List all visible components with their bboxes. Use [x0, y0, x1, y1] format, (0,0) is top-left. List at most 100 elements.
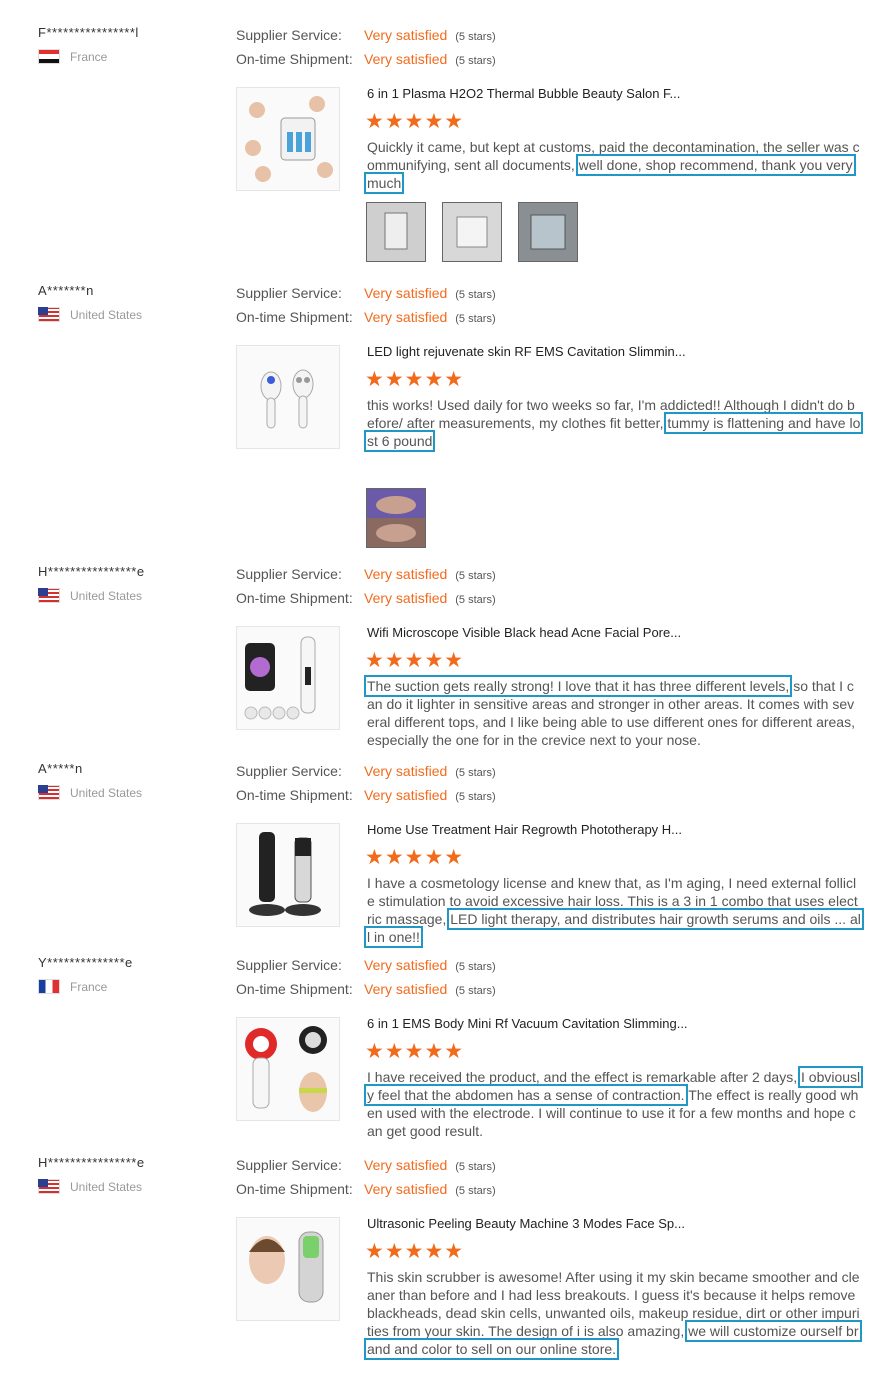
country-label: United States [70, 588, 143, 603]
shipment-stars: (5 stars) [455, 985, 496, 997]
flag-icon [38, 307, 60, 322]
review-text: The suction gets really strong! I love t… [363, 675, 861, 749]
country-label: United States [70, 307, 143, 322]
product-thumbnail[interactable] [236, 1217, 340, 1321]
shipment-rating: On-time Shipment: Very satisfied (5 stars) [236, 1181, 496, 1197]
review-highlight: The suction gets really strong! I love t… [363, 675, 793, 697]
review-text: this works! Used daily for two weeks so … [363, 396, 864, 452]
supplier-value: Very satisfied [364, 763, 448, 779]
star-rating: ★★★★★ [365, 110, 465, 133]
shipment-stars: (5 stars) [455, 55, 496, 67]
supplier-stars: (5 stars) [455, 289, 496, 301]
flag-icon [38, 49, 60, 64]
product-title[interactable]: 6 in 1 Plasma H2O2 Thermal Bubble Beauty… [367, 86, 680, 101]
shipment-rating: On-time Shipment: Very satisfied (5 stars) [236, 309, 496, 325]
supplier-value: Very satisfied [364, 957, 448, 973]
product-title[interactable]: Ultrasonic Peeling Beauty Machine 3 Mode… [367, 1216, 685, 1231]
slimming-device-image [260, 369, 314, 429]
supplier-rating: Supplier Service: Very satisfied (5 stars) [236, 1157, 496, 1173]
supplier-label: Supplier Service: [236, 957, 342, 973]
product-title[interactable]: LED light rejuvenate skin RF EMS Cavitat… [367, 344, 686, 359]
star-rating: ★★★★★ [365, 846, 465, 869]
supplier-stars: (5 stars) [455, 31, 496, 43]
shipment-stars: (5 stars) [455, 313, 496, 325]
review-photo[interactable] [366, 488, 426, 548]
product-thumbnail[interactable] [236, 823, 340, 927]
review-photo[interactable] [518, 202, 578, 262]
review-photo[interactable] [366, 202, 426, 262]
review-text-part: I have received the product, and the eff… [367, 1069, 798, 1085]
microscope-device-image [244, 636, 316, 720]
flag-icon [38, 785, 60, 800]
review-text: This skin scrubber is awesome! After usi… [364, 1268, 862, 1360]
product-title[interactable]: 6 in 1 EMS Body Mini Rf Vacuum Cavitatio… [367, 1016, 688, 1031]
product-thumbnail[interactable] [236, 1017, 340, 1121]
supplier-label: Supplier Service: [236, 763, 342, 779]
beauty-machine-image [245, 96, 333, 182]
reviewer-country: United States [38, 307, 142, 322]
shipment-value: Very satisfied [364, 1181, 448, 1197]
supplier-rating: Supplier Service: Very satisfied (5 stars) [236, 957, 496, 973]
product-title[interactable]: Wifi Microscope Visible Black head Acne … [367, 625, 681, 640]
shipment-value: Very satisfied [364, 51, 448, 67]
shipment-label: On-time Shipment: [236, 590, 353, 606]
flag-icon [38, 588, 60, 603]
supplier-label: Supplier Service: [236, 1157, 342, 1173]
review-photo[interactable] [442, 202, 502, 262]
supplier-stars: (5 stars) [455, 1161, 496, 1173]
supplier-rating: Supplier Service: Very satisfied (5 stars) [236, 763, 496, 779]
flag-icon [38, 979, 60, 994]
star-rating: ★★★★★ [365, 368, 465, 391]
supplier-rating: Supplier Service: Very satisfied (5 stars) [236, 285, 496, 301]
reviewer-country: United States [38, 1179, 142, 1194]
product-thumbnail[interactable] [236, 87, 340, 191]
reviewer-country: United States [38, 785, 142, 800]
shipment-rating: On-time Shipment: Very satisfied (5 stars) [236, 51, 496, 67]
shipment-label: On-time Shipment: [236, 51, 353, 67]
reviewer-country: France [38, 979, 107, 994]
shipment-rating: On-time Shipment: Very satisfied (5 stars) [236, 787, 496, 803]
reviewer-name: A*****n [38, 761, 83, 776]
reviewer-country: United States [38, 588, 142, 603]
skin-scrubber-image [249, 1231, 324, 1303]
review-photos [366, 488, 426, 548]
star-rating: ★★★★★ [365, 1240, 465, 1263]
reviewer-name: Y**************e [38, 955, 133, 970]
shipment-rating: On-time Shipment: Very satisfied (5 stars) [236, 590, 496, 606]
shipment-label: On-time Shipment: [236, 981, 353, 997]
shipment-value: Very satisfied [364, 981, 448, 997]
country-label: United States [70, 1179, 143, 1194]
shipment-stars: (5 stars) [455, 1185, 496, 1197]
review-photos [366, 202, 578, 262]
reviewer-name: H****************e [38, 564, 145, 579]
product-thumbnail[interactable] [236, 345, 340, 449]
supplier-rating: Supplier Service: Very satisfied (5 stars) [236, 566, 496, 582]
shipment-stars: (5 stars) [455, 594, 496, 606]
hair-comb-image [249, 832, 321, 916]
supplier-stars: (5 stars) [455, 570, 496, 582]
reviewer-country: France [38, 49, 107, 64]
shipment-stars: (5 stars) [455, 791, 496, 803]
star-rating: ★★★★★ [365, 1040, 465, 1063]
country-label: France [70, 49, 108, 64]
supplier-value: Very satisfied [364, 566, 448, 582]
supplier-value: Very satisfied [364, 1157, 448, 1173]
country-label: United States [70, 785, 143, 800]
shipment-value: Very satisfied [364, 590, 448, 606]
shipment-rating: On-time Shipment: Very satisfied (5 stars) [236, 981, 496, 997]
supplier-value: Very satisfied [364, 27, 448, 43]
shipment-label: On-time Shipment: [236, 309, 353, 325]
shipment-label: On-time Shipment: [236, 1181, 353, 1197]
flag-icon [38, 1179, 60, 1194]
supplier-stars: (5 stars) [455, 767, 496, 779]
review-text: I have received the product, and the eff… [363, 1066, 864, 1140]
product-title[interactable]: Home Use Treatment Hair Regrowth Phototh… [367, 822, 682, 837]
review-text: I have a cosmetology license and knew th… [364, 874, 864, 948]
reviewer-name: F****************l [38, 25, 139, 40]
ems-device-image [245, 1026, 327, 1112]
supplier-rating: Supplier Service: Very satisfied (5 stars) [236, 27, 496, 43]
reviewer-name: H****************e [38, 1155, 145, 1170]
product-thumbnail[interactable] [236, 626, 340, 730]
review-text: Quickly it came, but kept at customs, pa… [364, 138, 861, 194]
shipment-value: Very satisfied [364, 309, 448, 325]
